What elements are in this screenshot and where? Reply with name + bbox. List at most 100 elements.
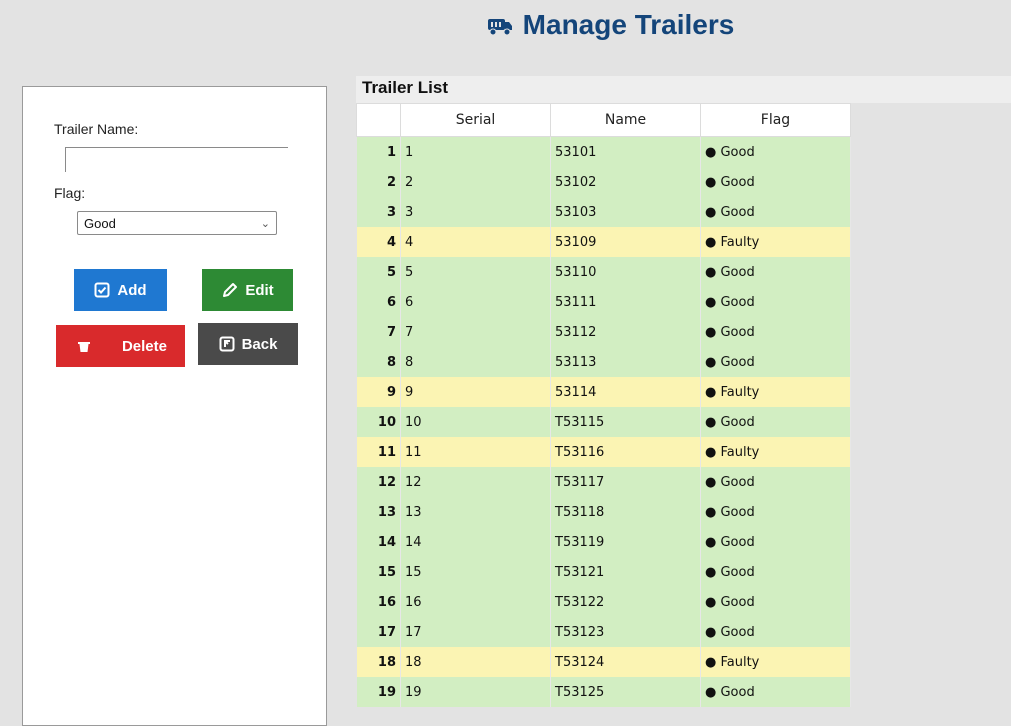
delete-button[interactable]: Delete — [56, 325, 185, 367]
row-index-cell: 2 — [356, 167, 401, 197]
flag-cell: ● Good — [700, 197, 851, 227]
table-row[interactable]: 13 13 T53118 ● Good — [356, 497, 851, 527]
name-cell: 53109 — [550, 227, 701, 257]
name-cell: T53123 — [550, 617, 701, 647]
row-index-cell: 1 — [356, 136, 401, 167]
flag-cell: ● Good — [700, 467, 851, 497]
flag-cell: ● Faulty — [700, 227, 851, 257]
trailer-list-title: Trailer List — [362, 78, 448, 97]
trailer-name-input[interactable] — [65, 147, 288, 172]
table-row[interactable]: 12 12 T53117 ● Good — [356, 467, 851, 497]
flag-cell: ● Good — [700, 317, 851, 347]
flag-cell: ● Good — [700, 136, 851, 167]
serial-cell: 15 — [400, 557, 551, 587]
table-row[interactable]: 11 11 T53116 ● Faulty — [356, 437, 851, 467]
table-row[interactable]: 8 8 53113 ● Good — [356, 347, 851, 377]
table-row[interactable]: 6 6 53111 ● Good — [356, 287, 851, 317]
row-index-cell: 13 — [356, 497, 401, 527]
table-row[interactable]: 14 14 T53119 ● Good — [356, 527, 851, 557]
flag-cell: ● Good — [700, 617, 851, 647]
flag-cell: ● Good — [700, 407, 851, 437]
table-row[interactable]: 7 7 53112 ● Good — [356, 317, 851, 347]
pencil-icon — [223, 282, 238, 297]
name-cell: T53122 — [550, 587, 701, 617]
serial-cell: 18 — [400, 647, 551, 677]
name-cell: T53121 — [550, 557, 701, 587]
name-cell: T53124 — [550, 647, 701, 677]
column-header-name[interactable]: Name — [550, 103, 701, 137]
checkbox-icon — [94, 282, 110, 298]
edit-button-label: Edit — [245, 281, 274, 299]
flag-cell: ● Good — [700, 167, 851, 197]
trailer-table: Serial Name Flag 1 1 53101 ● Good 2 2 53102 ● G… — [356, 103, 851, 707]
page-header: Manage Trailers — [0, 0, 1011, 50]
trailer-name-label: Trailer Name: — [54, 121, 139, 137]
table-row[interactable]: 17 17 T53123 ● Good — [356, 617, 851, 647]
column-header-flag[interactable]: Flag — [700, 103, 851, 137]
name-cell: 53111 — [550, 287, 701, 317]
delete-button-label: Delete — [121, 337, 167, 355]
serial-cell: 10 — [400, 407, 551, 437]
serial-cell: 9 — [400, 377, 551, 407]
add-button[interactable]: Add — [74, 269, 167, 311]
table-body: 1 1 53101 ● Good 2 2 53102 ● Good 3 3 53103 ● Good 4… — [356, 136, 851, 707]
name-cell: 53101 — [550, 136, 701, 167]
serial-cell: 12 — [400, 467, 551, 497]
table-row[interactable]: 5 5 53110 ● Good — [356, 257, 851, 287]
column-header-index — [356, 103, 401, 137]
name-cell: 53114 — [550, 377, 701, 407]
table-row[interactable]: 19 19 T53125 ● Good — [356, 677, 851, 707]
serial-cell: 3 — [400, 197, 551, 227]
row-index-cell: 17 — [356, 617, 401, 647]
row-index-cell: 4 — [356, 227, 401, 257]
name-cell: T53118 — [550, 497, 701, 527]
table-row[interactable]: 4 4 53109 ● Faulty — [356, 227, 851, 257]
row-index-cell: 7 — [356, 317, 401, 347]
name-cell: 53112 — [550, 317, 701, 347]
table-row[interactable]: 16 16 T53122 ● Good — [356, 587, 851, 617]
serial-cell: 19 — [400, 677, 551, 707]
trash-icon — [78, 342, 90, 352]
flag-select[interactable]: Good ⌄ — [77, 211, 277, 235]
serial-cell: 4 — [400, 227, 551, 257]
table-row[interactable]: 9 9 53114 ● Faulty — [356, 377, 851, 407]
flag-cell: ● Good — [700, 677, 851, 707]
row-index-cell: 15 — [356, 557, 401, 587]
flag-cell: ● Good — [700, 497, 851, 527]
row-index-cell: 9 — [356, 377, 401, 407]
serial-cell: 6 — [400, 287, 551, 317]
serial-cell: 11 — [400, 437, 551, 467]
row-index-cell: 11 — [356, 437, 401, 467]
column-header-serial[interactable]: Serial — [400, 103, 551, 137]
table-row[interactable]: 2 2 53102 ● Good — [356, 167, 851, 197]
name-cell: T53125 — [550, 677, 701, 707]
flag-label: Flag: — [54, 185, 86, 201]
table-row[interactable]: 1 1 53101 ● Good — [356, 136, 851, 167]
truck-icon — [487, 19, 512, 36]
back-icon — [219, 336, 235, 352]
row-index-cell: 6 — [356, 287, 401, 317]
name-cell: 53113 — [550, 347, 701, 377]
table-row[interactable]: 15 15 T53121 ● Good — [356, 557, 851, 587]
flag-cell: ● Faulty — [700, 377, 851, 407]
flag-select-value: Good — [84, 215, 116, 231]
table-row[interactable]: 18 18 T53124 ● Faulty — [356, 647, 851, 677]
serial-cell: 17 — [400, 617, 551, 647]
back-button[interactable]: Back — [198, 323, 298, 365]
flag-cell: ● Good — [700, 527, 851, 557]
table-row[interactable]: 3 3 53103 ● Good — [356, 197, 851, 227]
row-index-cell: 19 — [356, 677, 401, 707]
name-cell: T53117 — [550, 467, 701, 497]
serial-cell: 1 — [400, 136, 551, 167]
serial-cell: 14 — [400, 527, 551, 557]
serial-cell: 5 — [400, 257, 551, 287]
serial-cell: 16 — [400, 587, 551, 617]
table-row[interactable]: 10 10 T53115 ● Good — [356, 407, 851, 437]
row-index-cell: 10 — [356, 407, 401, 437]
edit-button[interactable]: Edit — [202, 269, 293, 311]
serial-cell: 8 — [400, 347, 551, 377]
flag-cell: ● Good — [700, 557, 851, 587]
row-index-cell: 3 — [356, 197, 401, 227]
flag-cell: ● Good — [700, 287, 851, 317]
trailer-form-panel: Trailer Name: Flag: Good ⌄ Add Edit Dele… — [22, 86, 327, 726]
